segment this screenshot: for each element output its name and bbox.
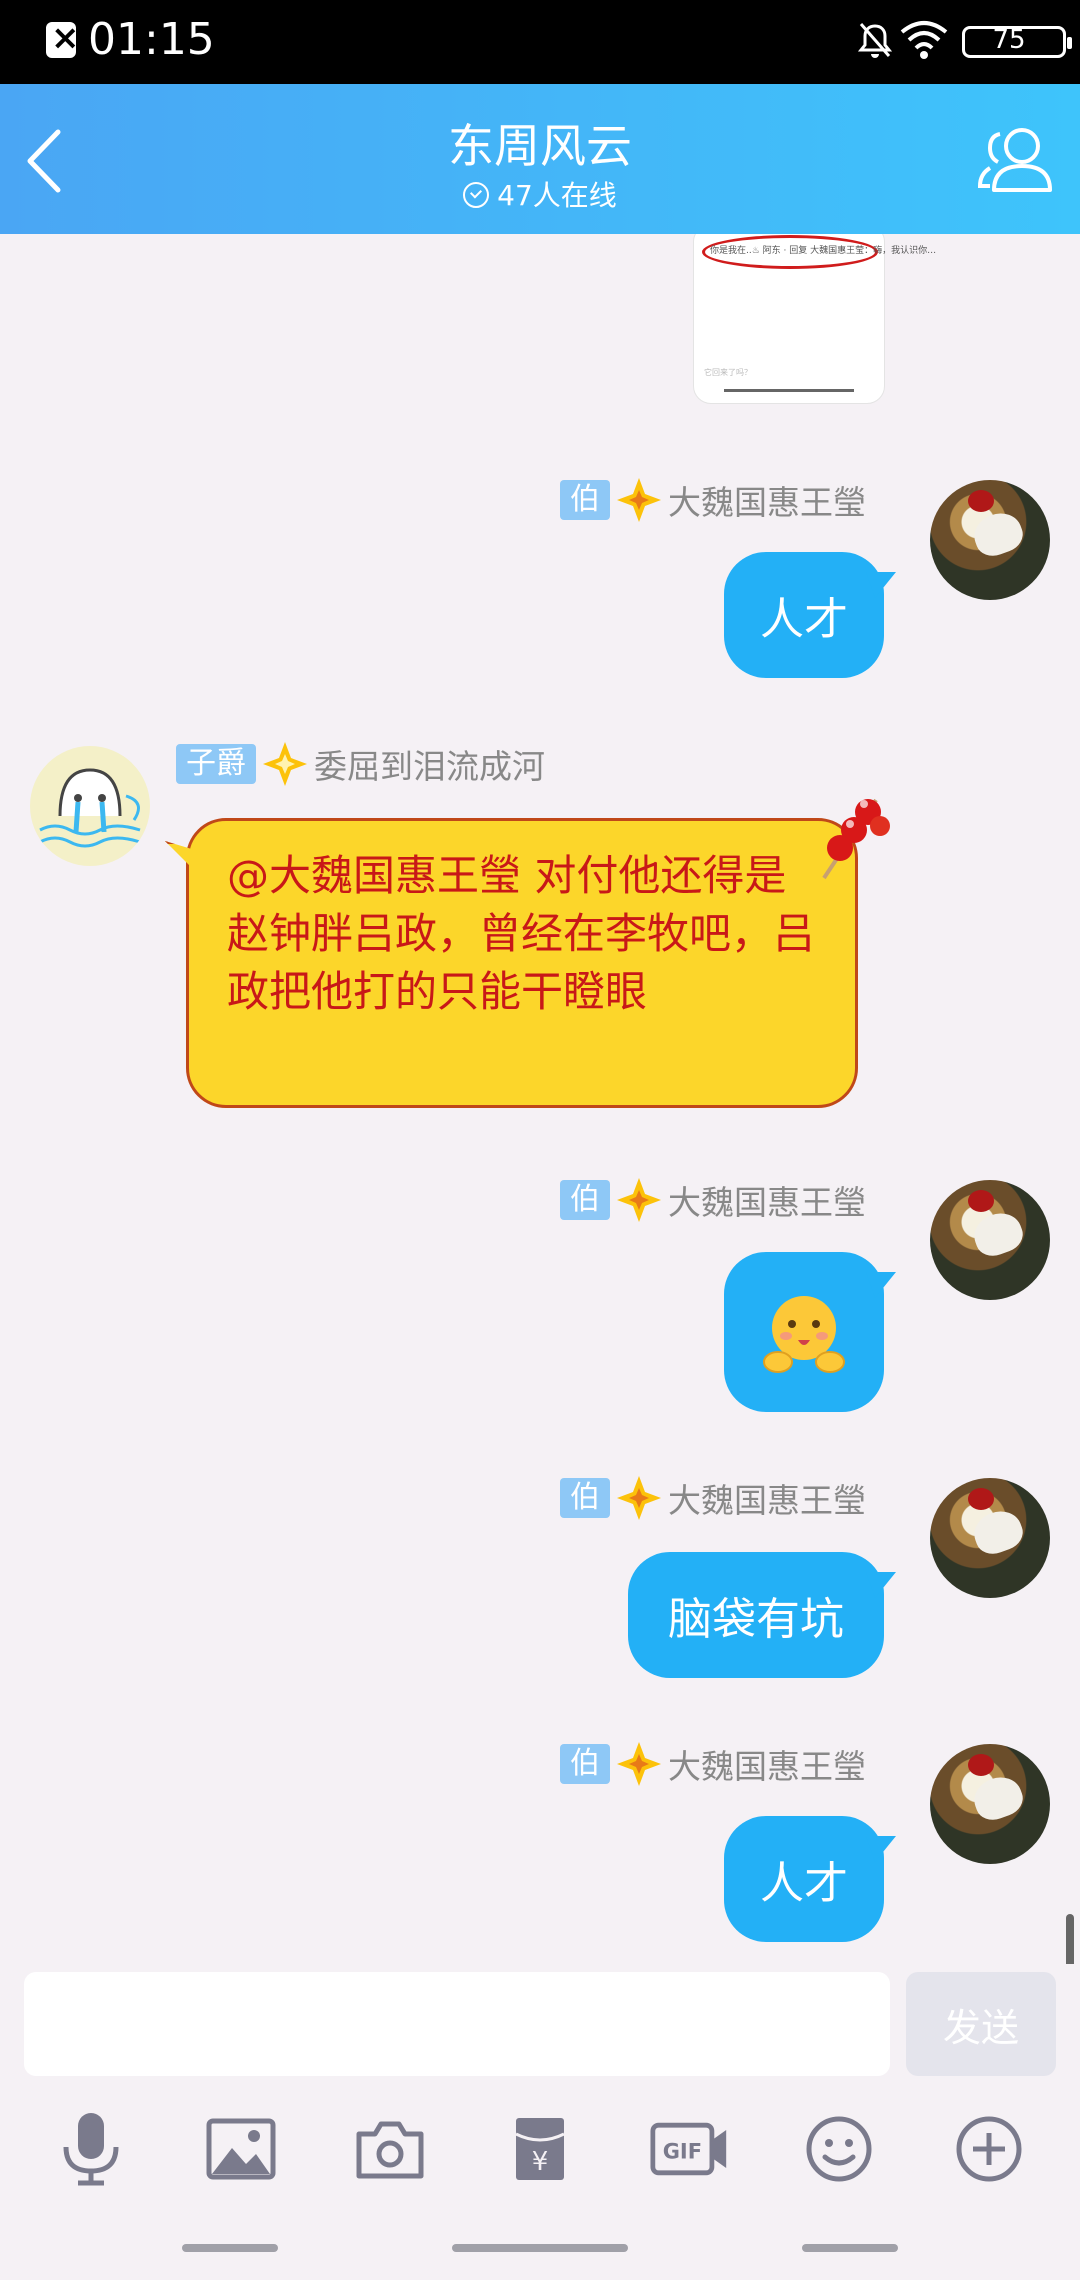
sender-name: 大魏国惠王瑩: [668, 1183, 866, 1222]
mute-bell-icon: [858, 23, 892, 58]
candied-haws-icon: [822, 798, 890, 880]
online-check-icon: [463, 182, 490, 208]
red-packet-button[interactable]: ¥: [500, 2109, 580, 2189]
hug-emoji-icon: [763, 1296, 845, 1373]
shared-image-message[interactable]: 你是我在..♨ 阿东 · 回复 大魏国惠王莹：嗨，我认识你… 它回来了吗？: [693, 234, 936, 404]
message-input[interactable]: [24, 1972, 890, 2076]
chat-header: 东周风云 47人在线: [0, 84, 1080, 234]
notification-icon: [46, 18, 80, 58]
nav-menu-pill[interactable]: [182, 2244, 278, 2252]
avatar[interactable]: [930, 1478, 1050, 1598]
sender-name: 大魏国惠王瑩: [668, 1747, 866, 1786]
message-meta: 伯 大魏国惠王瑩: [560, 1176, 866, 1224]
online-text: 47人在线: [497, 179, 617, 212]
group-members-icon[interactable]: [976, 120, 1056, 200]
star-badge-icon: [617, 1476, 661, 1520]
rank-badge: 伯: [560, 1478, 610, 1518]
star-badge-icon: [263, 742, 307, 786]
message-meta: 伯 大魏国惠王瑩: [560, 476, 866, 524]
message-bubble[interactable]: 人才: [724, 1816, 884, 1942]
battery-icon: 75: [962, 25, 1072, 58]
send-button[interactable]: 发送: [906, 1972, 1056, 2076]
sender-name: 大魏国惠王瑩: [668, 483, 866, 522]
star-badge-icon: [617, 1178, 661, 1222]
message-bubble[interactable]: [724, 1252, 884, 1412]
wifi-icon: [900, 21, 948, 59]
input-row: 发送: [0, 1964, 1080, 2094]
emoji-button[interactable]: [799, 2109, 879, 2189]
message-text: 人才: [760, 594, 848, 645]
star-badge-icon: [617, 478, 661, 522]
message-meta: 子爵 委屈到泪流成河: [176, 740, 545, 788]
crying-face-icon: [39, 768, 141, 848]
rank-badge: 伯: [560, 1744, 610, 1784]
more-button[interactable]: [949, 2109, 1029, 2189]
svg-text:¥: ¥: [532, 2147, 549, 2177]
red-packet-icon: ¥: [515, 2118, 565, 2180]
message-bubble[interactable]: 脑袋有坑: [628, 1552, 884, 1678]
battery-level: 75: [992, 25, 1026, 55]
nav-back-pill[interactable]: [802, 2244, 898, 2252]
shared-image-text: 你是我在..♨ 阿东 · 回复 大魏国惠王莹：嗨，我认识你…: [710, 246, 937, 256]
avatar[interactable]: [930, 1180, 1050, 1300]
gif-icon: GIF: [650, 2122, 726, 2176]
avatar[interactable]: [930, 480, 1050, 600]
message-meta: 伯 大魏国惠王瑩: [560, 1740, 866, 1788]
camera-icon: [356, 2121, 424, 2179]
star-badge-icon: [617, 1742, 661, 1786]
status-bar: 01:15 75: [0, 0, 1080, 84]
plus-icon: [956, 2116, 1022, 2182]
group-title: 东周风云: [448, 119, 632, 173]
image-icon: [206, 2118, 276, 2180]
emoji-icon: [806, 2116, 872, 2182]
message-bubble[interactable]: 人才: [724, 552, 884, 678]
gif-button[interactable]: GIF: [650, 2109, 730, 2189]
chat-area[interactable]: 你是我在..♨ 阿东 · 回复 大魏国惠王莹：嗨，我认识你… 它回来了吗？ 伯 …: [0, 234, 1080, 1964]
avatar[interactable]: [930, 1744, 1050, 1864]
svg-text:GIF: GIF: [662, 2140, 701, 2164]
rank-badge: 伯: [560, 1180, 610, 1220]
navigation-bar: [0, 2228, 1080, 2280]
message-text: 脑袋有坑: [668, 1594, 844, 1645]
message-text: 人才: [760, 1858, 848, 1909]
voice-button[interactable]: [51, 2109, 131, 2189]
shared-image-bars: [724, 389, 854, 392]
input-toolbar: ¥ GIF: [0, 2094, 1080, 2204]
message-meta: 伯 大魏国惠王瑩: [560, 1474, 866, 1522]
status-time: 01:15: [88, 14, 215, 65]
camera-button[interactable]: [350, 2109, 430, 2189]
online-count: 47人在线: [0, 174, 1080, 214]
sender-name: 委屈到泪流成河: [314, 747, 545, 786]
nav-home-pill[interactable]: [452, 2244, 628, 2252]
message-text: @大魏国惠王瑩 对付他还得是赵钟胖吕政，曾经在李牧吧，吕政把他打的只能干瞪眼: [227, 851, 816, 1016]
mic-icon: [63, 2113, 119, 2186]
avatar[interactable]: [30, 746, 150, 866]
chat-scrollbar[interactable]: [1066, 1914, 1074, 1964]
gallery-button[interactable]: [201, 2109, 281, 2189]
message-bubble[interactable]: @大魏国惠王瑩 对付他还得是赵钟胖吕政，曾经在李牧吧，吕政把他打的只能干瞪眼: [186, 818, 858, 1108]
shared-image-footer: 它回来了吗？: [704, 368, 752, 377]
rank-badge: 伯: [560, 480, 610, 520]
sender-name: 大魏国惠王瑩: [668, 1481, 866, 1520]
rank-badge: 子爵: [176, 744, 256, 784]
